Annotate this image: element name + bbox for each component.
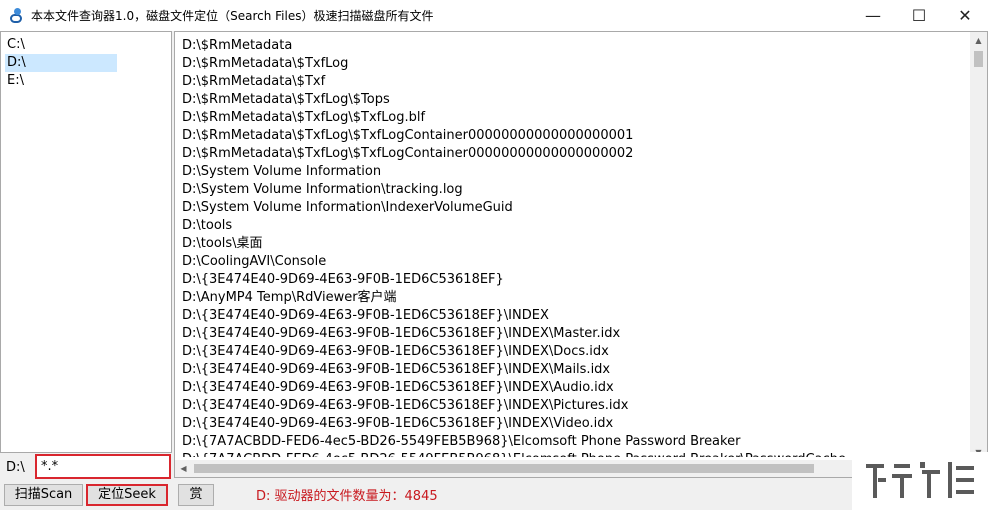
file-row[interactable]: D:\{3E474E40-9D69-4E63-9F0B-1ED6C53618EF…: [182, 397, 962, 415]
file-row[interactable]: D:\$RmMetadata\$TxfLog\$Tops: [182, 91, 962, 109]
file-row[interactable]: D:\{7A7ACBDD-FED6-4ec5-BD26-5549FEB5B968…: [182, 451, 962, 457]
watermark-logo: [852, 452, 988, 510]
file-list[interactable]: D:\$RmMetadata D:\$RmMetadata\$TxfLog D:\$…: [182, 37, 962, 457]
drive-item-e[interactable]: E:\: [5, 72, 117, 90]
file-row[interactable]: D:\$RmMetadata\$TxfLog: [182, 55, 962, 73]
minimize-button[interactable]: —: [850, 0, 896, 31]
close-icon: ✕: [958, 6, 972, 25]
maximize-icon: ☐: [911, 6, 927, 25]
vertical-scroll-thumb[interactable]: [974, 51, 983, 67]
drive-list[interactable]: C:\ D:\ E:\: [0, 31, 172, 453]
file-row[interactable]: D:\{3E474E40-9D69-4E63-9F0B-1ED6C53618EF…: [182, 379, 962, 397]
scan-button[interactable]: 扫描Scan: [4, 484, 83, 506]
drive-item-c[interactable]: C:\: [5, 36, 117, 54]
file-row[interactable]: D:\$RmMetadata\$TxfLog\$TxfLog.blf: [182, 109, 962, 127]
vertical-scrollbar[interactable]: ▲ ▼: [970, 32, 987, 461]
drive-item-d[interactable]: D:\: [5, 54, 117, 72]
reward-button[interactable]: 赏: [178, 484, 214, 506]
file-row[interactable]: D:\$RmMetadata\$TxfLog\$TxfLogContainer0…: [182, 127, 962, 145]
horizontal-scroll-thumb[interactable]: [194, 464, 814, 473]
file-row[interactable]: D:\System Volume Information\IndexerVolu…: [182, 199, 962, 217]
file-row[interactable]: D:\{3E474E40-9D69-4E63-9F0B-1ED6C53618EF…: [182, 361, 962, 379]
file-row[interactable]: D:\System Volume Information\tracking.lo…: [182, 181, 962, 199]
file-row[interactable]: D:\tools\桌面: [182, 235, 962, 253]
file-row[interactable]: D:\{7A7ACBDD-FED6-4ec5-BD26-5549FEB5B968…: [182, 433, 962, 451]
current-path-label: D:\: [6, 460, 25, 475]
window-title: 本本文件查询器1.0，磁盘文件定位（Search Files）极速扫描磁盘所有文…: [31, 9, 434, 23]
app-logo-icon: [9, 7, 25, 24]
scroll-up-icon[interactable]: ▲: [970, 32, 987, 49]
file-list-panel[interactable]: D:\$RmMetadata D:\$RmMetadata\$TxfLog D:\$…: [174, 31, 988, 478]
seek-button[interactable]: 定位Seek: [86, 484, 168, 506]
scroll-left-icon[interactable]: ◀: [175, 460, 192, 477]
file-row[interactable]: D:\{3E474E40-9D69-4E63-9F0B-1ED6C53618EF…: [182, 271, 962, 289]
title-bar: 本本文件查询器1.0，磁盘文件定位（Search Files）极速扫描磁盘所有文…: [0, 0, 988, 31]
file-row[interactable]: D:\AnyMP4 Temp\RdViewer客户端: [182, 289, 962, 307]
file-row[interactable]: D:\{3E474E40-9D69-4E63-9F0B-1ED6C53618EF…: [182, 343, 962, 361]
file-row[interactable]: D:\tools: [182, 217, 962, 235]
file-row[interactable]: D:\$RmMetadata: [182, 37, 962, 55]
file-row[interactable]: D:\{3E474E40-9D69-4E63-9F0B-1ED6C53618EF…: [182, 415, 962, 433]
minimize-icon: —: [865, 6, 881, 25]
file-row[interactable]: D:\$RmMetadata\$TxfLog\$TxfLogContainer0…: [182, 145, 962, 163]
file-row[interactable]: D:\$RmMetadata\$Txf: [182, 73, 962, 91]
filter-input[interactable]: [35, 454, 171, 479]
file-row[interactable]: D:\CoolingAVI\Console: [182, 253, 962, 271]
maximize-button[interactable]: ☐: [896, 0, 942, 31]
file-count-status: D: 驱动器的文件数量为：4845: [256, 489, 438, 504]
close-button[interactable]: ✕: [942, 0, 988, 31]
file-row[interactable]: D:\System Volume Information: [182, 163, 962, 181]
file-row[interactable]: D:\{3E474E40-9D69-4E63-9F0B-1ED6C53618EF…: [182, 307, 962, 325]
file-row[interactable]: D:\{3E474E40-9D69-4E63-9F0B-1ED6C53618EF…: [182, 325, 962, 343]
